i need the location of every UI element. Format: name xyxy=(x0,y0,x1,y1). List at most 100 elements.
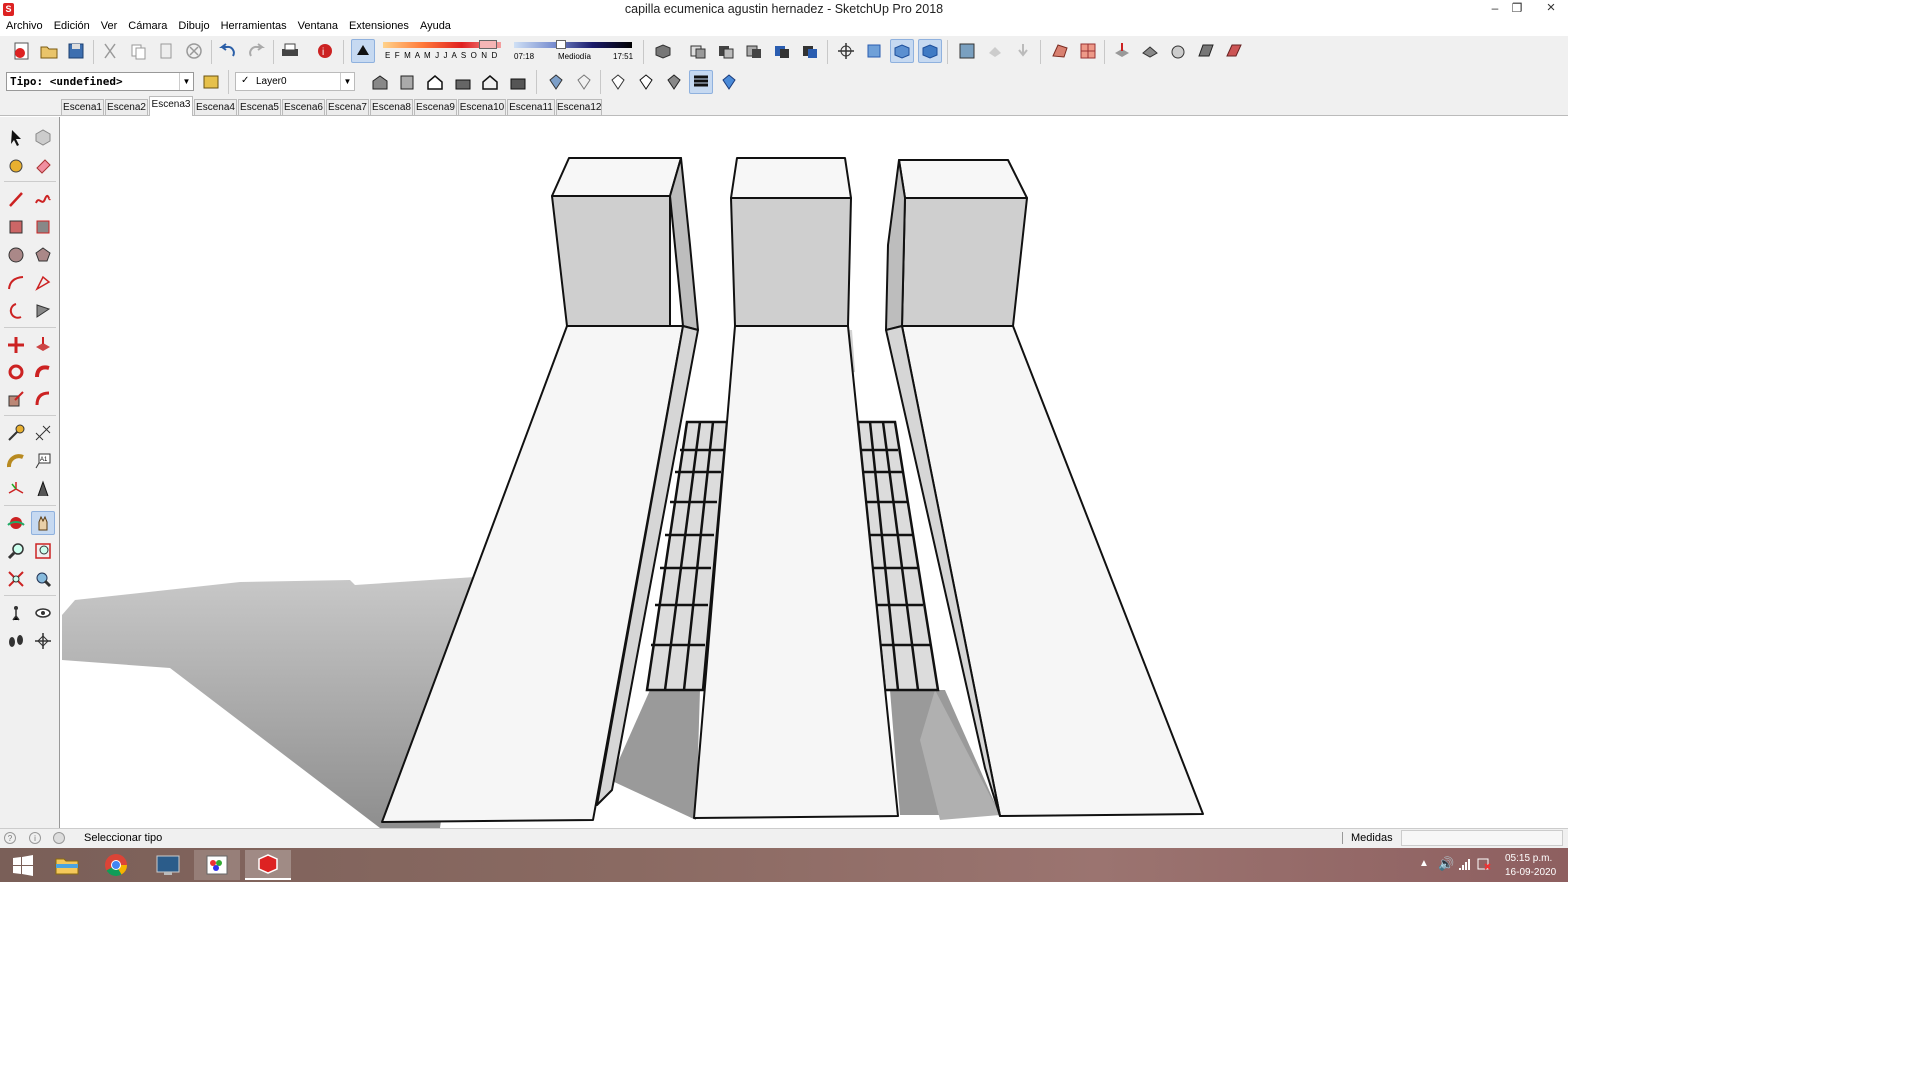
redo-icon[interactable] xyxy=(244,39,268,63)
menu-camara[interactable]: Cámara xyxy=(128,18,172,36)
pie-icon[interactable] xyxy=(31,299,55,323)
user-account-icon[interactable] xyxy=(53,832,65,844)
taskbar-clock-date[interactable]: 16-09-2020 xyxy=(1505,867,1556,878)
zoom-icon[interactable] xyxy=(4,539,28,563)
chrome-icon[interactable] xyxy=(93,850,139,880)
wireframe-icon[interactable] xyxy=(572,70,596,94)
left-view-icon[interactable] xyxy=(506,70,530,94)
offset-icon[interactable] xyxy=(31,387,55,411)
open-file-icon[interactable] xyxy=(37,39,61,63)
taskbar-clock-time[interactable]: 05:15 p.m. xyxy=(1505,853,1552,864)
push-pull-icon[interactable] xyxy=(31,333,55,357)
scale-icon[interactable] xyxy=(4,387,28,411)
type-selector-icon[interactable] xyxy=(199,70,223,94)
save-icon[interactable] xyxy=(64,39,88,63)
eraser-icon[interactable] xyxy=(31,153,55,177)
component-icon[interactable] xyxy=(31,125,55,149)
restore-button[interactable]: ❐ xyxy=(1506,0,1528,18)
protractor-icon[interactable] xyxy=(4,449,28,473)
freehand-icon[interactable] xyxy=(31,187,55,211)
warehouse-icon[interactable] xyxy=(955,39,979,63)
extension-icon[interactable] xyxy=(1011,39,1035,63)
model-info-icon[interactable]: i xyxy=(313,39,337,63)
paint-app-icon[interactable] xyxy=(194,850,240,880)
zoom-icon[interactable] xyxy=(890,39,914,63)
close-button[interactable]: × xyxy=(1540,0,1562,18)
menu-extensiones[interactable]: Extensiones xyxy=(349,18,414,36)
tab-escena2[interactable]: Escena2 xyxy=(105,99,148,115)
menu-archivo[interactable]: Archivo xyxy=(6,18,48,36)
shadow-time-thumb[interactable] xyxy=(556,40,566,49)
model-viewport[interactable] xyxy=(61,118,1568,828)
rotate-icon[interactable] xyxy=(4,360,28,384)
menu-ver[interactable]: Ver xyxy=(101,18,123,36)
previous-view-icon[interactable] xyxy=(31,567,55,591)
file-explorer-icon[interactable] xyxy=(44,850,90,880)
hidden-line-style-icon[interactable] xyxy=(606,70,630,94)
three-point-arc-icon[interactable] xyxy=(4,299,28,323)
measurements-input[interactable] xyxy=(1401,830,1563,846)
menu-dibujo[interactable]: Dibujo xyxy=(178,18,214,36)
smoove-icon[interactable] xyxy=(1166,39,1190,63)
minimize-button[interactable]: – xyxy=(1484,0,1506,18)
drape-icon[interactable] xyxy=(1138,39,1162,63)
menu-ventana[interactable]: Ventana xyxy=(298,18,343,36)
zoom-extents-icon[interactable] xyxy=(918,39,942,63)
tab-escena5[interactable]: Escena5 xyxy=(238,99,281,115)
zoom-extents-icon[interactable] xyxy=(4,567,28,591)
pan-icon[interactable] xyxy=(862,39,886,63)
flip-edge-icon[interactable] xyxy=(1222,39,1246,63)
circle-icon[interactable] xyxy=(4,243,28,267)
look-around-icon[interactable] xyxy=(31,601,55,625)
3d-text-icon[interactable] xyxy=(31,477,55,501)
monochrome-icon[interactable] xyxy=(689,70,713,94)
color-by-layer-icon[interactable] xyxy=(717,70,741,94)
follow-me-icon[interactable] xyxy=(31,360,55,384)
face-style-icon[interactable] xyxy=(742,39,766,63)
axes-icon[interactable] xyxy=(4,477,28,501)
cut-icon[interactable] xyxy=(98,39,122,63)
line-icon[interactable] xyxy=(4,187,28,211)
chevron-down-icon[interactable]: ▼ xyxy=(340,73,354,90)
shadow-month-slider[interactable]: E F M A M J J A S O N D xyxy=(383,40,501,64)
layer-selector[interactable]: ✓ Layer0 ▼ xyxy=(235,72,355,91)
zoom-window-icon[interactable] xyxy=(31,539,55,563)
show-hidden-icons-icon[interactable]: ▲ xyxy=(1419,858,1429,869)
chevron-down-icon[interactable]: ▼ xyxy=(179,73,193,90)
tab-escena7[interactable]: Escena7 xyxy=(326,99,369,115)
desktop-app-icon[interactable] xyxy=(145,850,191,880)
right-view-icon[interactable] xyxy=(451,70,475,94)
shaded-icon[interactable] xyxy=(798,39,822,63)
credits-icon[interactable]: i xyxy=(29,832,41,844)
paint-bucket-icon[interactable] xyxy=(4,153,28,177)
undo-icon[interactable] xyxy=(216,39,240,63)
menu-herramientas[interactable]: Herramientas xyxy=(221,18,292,36)
text-icon[interactable]: A1 xyxy=(31,449,55,473)
share-model-icon[interactable] xyxy=(983,39,1007,63)
volume-icon[interactable]: 🔊 xyxy=(1438,856,1454,872)
rotated-rectangle-icon[interactable] xyxy=(31,215,55,239)
print-icon[interactable] xyxy=(278,39,302,63)
copy-icon[interactable] xyxy=(126,39,150,63)
menu-ayuda[interactable]: Ayuda xyxy=(420,18,456,36)
walk-icon[interactable] xyxy=(4,629,28,653)
sandbox-icon[interactable] xyxy=(1048,39,1072,63)
tab-escena12[interactable]: Escena12 xyxy=(556,99,602,115)
sketchup-taskbar-icon[interactable] xyxy=(245,850,291,880)
hidden-line-icon[interactable] xyxy=(770,39,794,63)
erase-icon[interactable] xyxy=(182,39,206,63)
shadows-toggle-icon[interactable] xyxy=(351,39,375,63)
action-center-icon[interactable] xyxy=(1477,857,1491,874)
tab-escena4[interactable]: Escena4 xyxy=(194,99,237,115)
iso-view-icon[interactable] xyxy=(368,70,392,94)
geo-location-icon[interactable]: ? xyxy=(4,832,16,844)
front-view-icon[interactable] xyxy=(423,70,447,94)
move-icon[interactable] xyxy=(4,333,28,357)
dimension-icon[interactable] xyxy=(31,421,55,445)
orbit-icon[interactable] xyxy=(834,39,858,63)
xray-icon[interactable] xyxy=(651,39,675,63)
tab-escena8[interactable]: Escena8 xyxy=(370,99,413,115)
tab-escena11[interactable]: Escena11 xyxy=(507,99,555,115)
terrain-icon[interactable] xyxy=(1076,39,1100,63)
tab-escena9[interactable]: Escena9 xyxy=(414,99,457,115)
